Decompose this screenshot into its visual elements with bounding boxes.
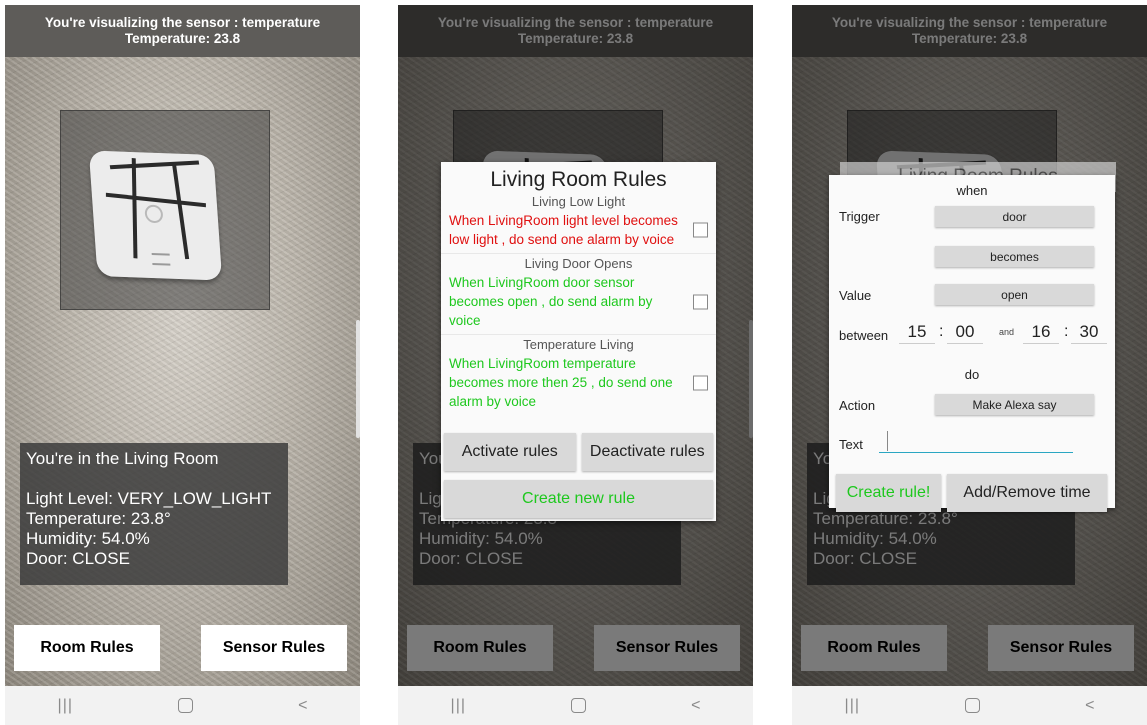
activate-rules-button[interactable]: Activate rules [444,433,576,471]
light-level: Light Level: VERY_LOW_LIGHT [26,489,272,508]
between-label: between [839,328,889,343]
end-minute-picker[interactable]: 30 [1071,321,1107,344]
rule-title: Living Door Opens [524,256,633,271]
sensor-device-image [88,150,223,281]
humidity-reading: Humidity: 54.0% [26,529,150,548]
dialog-title: Living Room Rules [490,168,667,191]
phone-screen-2: You're visualizing the sensor : temperat… [398,5,753,725]
sensor-header-line1: You're visualizing the sensor : temperat… [44,15,321,30]
home-icon[interactable] [178,698,194,713]
home-icon[interactable] [965,698,981,713]
sensor-header-line2: Temperature: 23.8 [124,31,241,46]
rule-item: When LivingRoom door sensor becomes open… [441,271,716,332]
value-label: Value [839,288,872,303]
android-navbar: ||| < [398,686,753,725]
start-minute-picker[interactable]: 00 [947,321,983,344]
and-label: and [999,327,1015,337]
add-remove-time-button[interactable]: Add/Remove time [947,474,1107,512]
thermometer-icon [144,204,164,224]
recents-icon[interactable]: ||| [845,697,860,715]
rule-item: When LivingRoom light level becomes low … [441,209,716,251]
room-name: You're in the Living Room [26,449,219,468]
room-rules-dialog: Living Room Rules Living Low Light When … [441,162,716,521]
do-label: do [964,367,980,382]
when-label: when [956,183,988,198]
phone-screen-3: You're visualizing the sensor : temperat… [792,5,1147,725]
text-input[interactable] [879,452,1073,453]
back-icon[interactable]: < [298,697,307,715]
rule-description: When LivingRoom light level becomes low … [449,213,678,247]
back-icon[interactable]: < [1085,697,1094,715]
camera-view: You're visualizing the sensor : temperat… [5,5,360,686]
text-label: Text [839,437,863,452]
temperature-reading: Temperature: 23.8° [26,509,171,528]
deactivate-rules-button[interactable]: Deactivate rules [581,433,713,471]
trigger-label: Trigger [839,209,880,224]
action-select[interactable]: Make Alexa say [935,394,1094,415]
recents-icon[interactable]: ||| [451,697,466,715]
android-navbar: ||| < [5,686,360,725]
time-colon: : [939,323,944,340]
time-colon: : [1064,323,1069,340]
edge-panel-handle[interactable] [356,320,360,438]
rule-checkbox[interactable] [693,375,708,390]
create-rule-dialog: when Trigger door becomes Value open bet… [829,175,1115,512]
value-select[interactable]: open [935,284,1094,305]
sensor-rules-button[interactable]: Sensor Rules [201,625,347,671]
rule-checkbox[interactable] [693,294,708,309]
rule-description: When LivingRoom door sensor becomes open… [449,275,653,328]
back-icon[interactable]: < [691,697,700,715]
phone-screen-1: You're visualizing the sensor : temperat… [5,5,360,725]
rule-checkbox[interactable] [693,222,708,238]
home-icon[interactable] [571,698,587,713]
text-cursor [887,431,888,451]
android-navbar: ||| < [792,686,1147,725]
camera-view: You're visualizing the sensor : temperat… [792,5,1147,686]
end-hour-picker[interactable]: 16 [1023,321,1059,344]
condition-select[interactable]: becomes [935,246,1094,267]
create-rule-button[interactable]: Create rule! [836,474,941,512]
trigger-select[interactable]: door [935,206,1094,227]
camera-view: You're visualizing the sensor : temperat… [398,5,753,686]
create-new-rule-button[interactable]: Create new rule [444,480,713,518]
rule-title: Living Low Light [531,194,626,209]
rule-title: Temperature Living [523,337,634,352]
door-status: Door: CLOSE [26,549,130,568]
room-rules-button[interactable]: Room Rules [14,625,160,671]
action-label: Action [839,398,876,413]
rule-description: When LivingRoom temperature becomes more… [449,356,673,409]
rule-item: When LivingRoom temperature becomes more… [441,352,716,413]
sensor-header: You're visualizing the sensor : temperat… [5,5,360,57]
start-hour-picker[interactable]: 15 [899,321,935,344]
recents-icon[interactable]: ||| [58,697,73,715]
room-info-panel: You're in the Living Room Light Level: V… [20,443,288,585]
